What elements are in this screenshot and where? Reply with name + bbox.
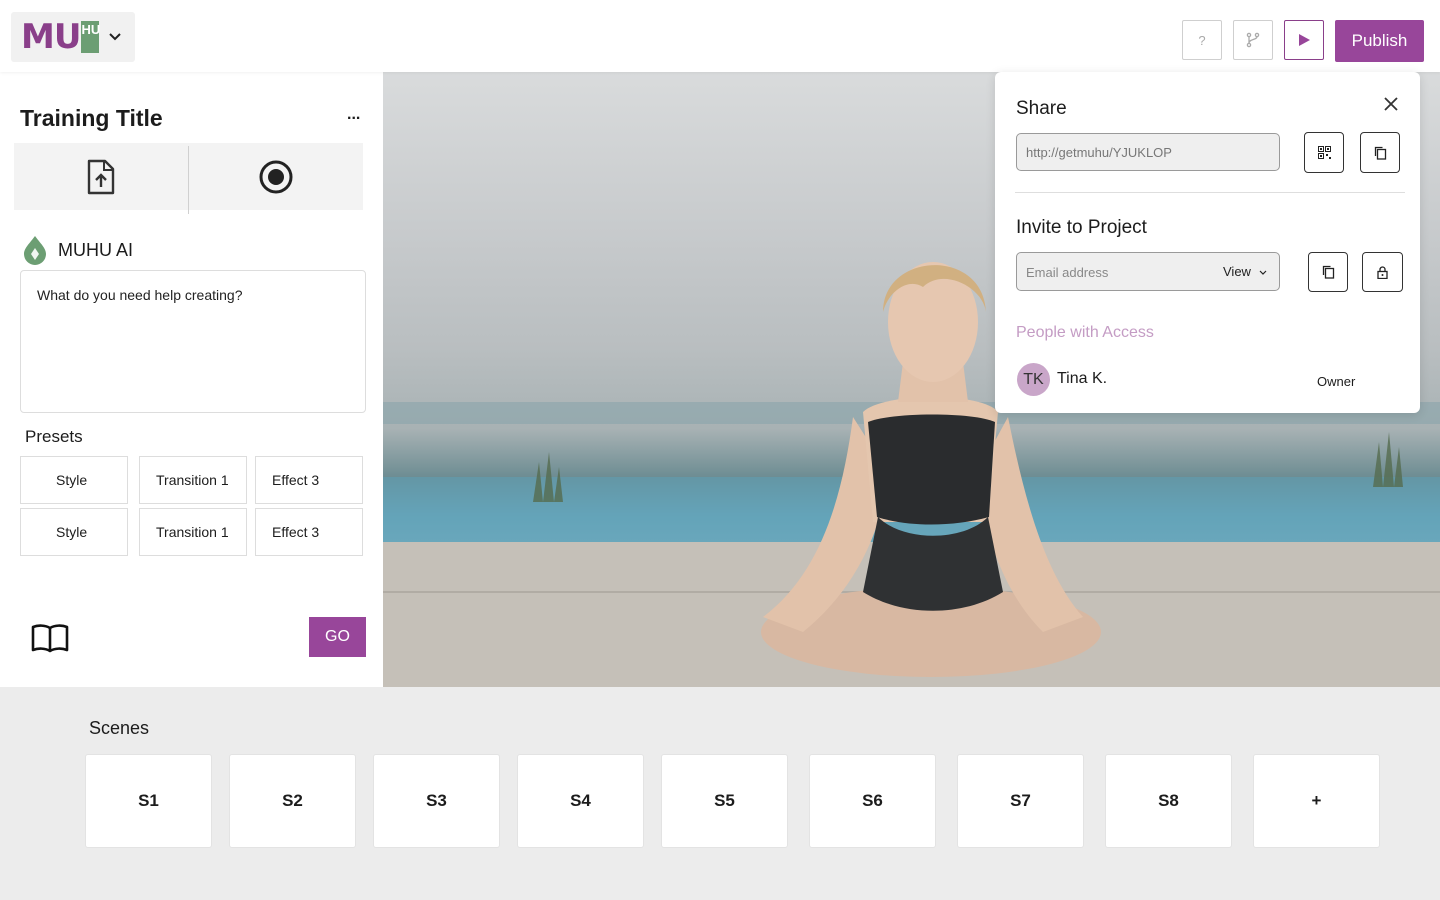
presets-heading: Presets [25,427,83,446]
avatar: TK [1017,363,1050,396]
branch-icon [1246,32,1260,48]
copy-invite-button[interactable] [1308,252,1348,292]
book-icon [31,624,69,653]
scenes-heading: Scenes [89,718,150,738]
preset-style[interactable]: Style [20,456,128,504]
branch-button[interactable] [1233,20,1273,60]
top-bar: MU HU ? Publish [0,0,1440,72]
chevron-down-icon [1259,270,1267,275]
scene-card[interactable]: S3 [373,754,500,848]
person-role[interactable]: Owner [1317,374,1355,389]
ai-prompt-input[interactable]: What do you need help creating? [20,270,366,413]
copy-icon [1374,146,1386,160]
share-title: Share [1016,98,1067,119]
go-button[interactable]: GO [309,617,366,657]
publish-button[interactable]: Publish [1335,20,1424,62]
copy-icon [1322,265,1334,279]
divider [1015,192,1405,193]
people-with-access-heading: People with Access [1016,324,1154,341]
email-input[interactable]: Email address View [1016,252,1280,291]
scene-card[interactable]: S5 [661,754,788,848]
share-url-field[interactable]: http://getmuhu/YJUKLOP [1016,133,1280,171]
lock-icon [1377,265,1388,279]
play-icon [1299,34,1310,46]
help-icon: ? [1198,32,1206,48]
preset-transition[interactable]: Transition 1 [139,508,247,556]
person-name: Tina K. [1057,370,1108,387]
book-icon-button[interactable] [31,623,69,658]
ai-label: MUHU AI [58,239,134,260]
close-icon [1384,97,1398,111]
scenes-panel: Scenes S1 S2 S3 S4 S5 S6 S7 S8 + [0,687,1440,900]
scene-card[interactable]: S1 [85,754,212,848]
preset-effect[interactable]: Effect 3 [255,456,363,504]
qr-code-button[interactable] [1304,132,1344,173]
email-placeholder: Email address [1026,265,1109,280]
help-button[interactable]: ? [1182,20,1222,60]
scene-card[interactable]: S7 [957,754,1084,848]
ai-header: MUHU AI [22,235,133,265]
file-upload-icon [87,159,115,194]
preset-transition[interactable]: Transition 1 [139,456,247,504]
left-panel: Training Title ... MUHU AI What do you n… [0,72,383,687]
upload-file-button[interactable] [14,143,188,210]
more-options-button[interactable]: ... [347,106,360,124]
muhu-ai-icon [24,236,46,265]
close-button[interactable] [1384,94,1398,117]
invite-title: Invite to Project [1016,217,1147,238]
qr-code-icon [1317,146,1331,159]
lock-button[interactable] [1362,252,1403,292]
scene-card[interactable]: S8 [1105,754,1232,848]
permission-value: View [1223,264,1251,279]
logo-menu[interactable]: MU HU [11,12,135,62]
permission-select[interactable]: View [1223,264,1267,279]
add-scene-button[interactable]: + [1253,754,1380,848]
scene-card[interactable]: S4 [517,754,644,848]
record-button[interactable] [189,143,363,210]
preset-effect[interactable]: Effect 3 [255,508,363,556]
logo-tile: HU [81,21,100,53]
chevron-down-icon [109,33,122,41]
preview-button[interactable] [1284,20,1324,60]
copy-link-button[interactable] [1360,132,1400,173]
media-tools [14,143,363,214]
share-dialog: Share http://getmuhu/YJUKLOP Invite to P… [995,72,1420,413]
scene-card[interactable]: S6 [809,754,936,848]
record-icon [259,160,293,193]
scene-card[interactable]: S2 [229,754,356,848]
page-title: Training Title [20,105,163,131]
logo-wordmark: MU [21,17,81,57]
preset-style[interactable]: Style [20,508,128,556]
